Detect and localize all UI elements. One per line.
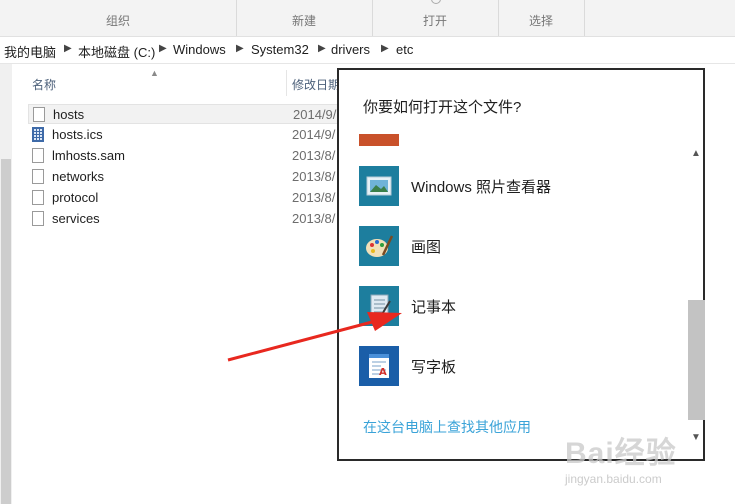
watermark-brand: Bai经验	[565, 437, 677, 470]
watermark-url: jingyan.baidu.com	[565, 472, 662, 486]
baidu-watermark: Bai经验 jingyan.baidu.com	[565, 428, 730, 500]
